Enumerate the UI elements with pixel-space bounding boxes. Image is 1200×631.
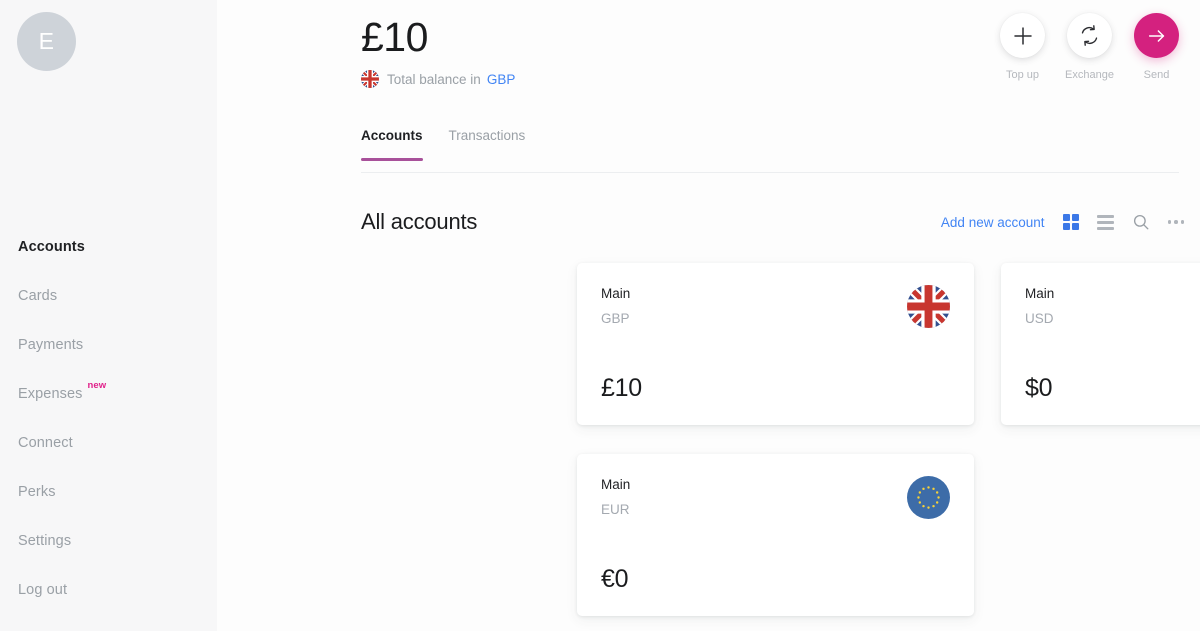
sidebar-item-label: Perks (18, 483, 56, 500)
accounts-section-header: All accounts Add new account (361, 204, 1184, 240)
sidebar-item-label: Payments (18, 336, 84, 353)
arrow-right-icon (1146, 25, 1168, 47)
sidebar: E Accounts Cards Payments Expenses new C… (0, 0, 217, 631)
list-view-button[interactable] (1096, 214, 1114, 230)
top-up-button-circle (1000, 13, 1045, 58)
account-card[interactable]: Main USD $0 (1001, 263, 1200, 425)
send-button[interactable]: Send (1134, 13, 1179, 81)
account-currency: EUR (601, 502, 630, 517)
grid-view-button[interactable] (1062, 214, 1079, 230)
sidebar-item-label: Settings (18, 532, 72, 549)
sidebar-item-label: Connect (18, 434, 73, 451)
new-badge: new (87, 380, 107, 391)
accounts-grid: Main GBP £10 Main USD $0 Main EUR €0 (577, 263, 1200, 616)
exchange-label: Exchange (1065, 69, 1114, 81)
account-balance: $0 (1025, 374, 1053, 402)
section-toolbar: Add new account (941, 213, 1184, 231)
send-button-circle (1134, 13, 1179, 58)
sidebar-item-label: Log out (18, 581, 68, 598)
tab-transactions[interactable]: Transactions (449, 128, 526, 160)
total-balance-amount: £10 (361, 14, 428, 60)
grid-view-icon (1062, 214, 1079, 230)
account-currency: GBP (601, 311, 630, 326)
app-root: E Accounts Cards Payments Expenses new C… (0, 0, 1200, 631)
main-content: £10 Total balance in GBP Top up Exchange… (217, 0, 1200, 631)
sidebar-item-perks[interactable]: Perks (0, 467, 217, 516)
more-options-icon (1167, 214, 1184, 230)
search-icon (1132, 213, 1150, 231)
sidebar-item-label: Accounts (18, 238, 85, 255)
sidebar-item-accounts[interactable]: Accounts (0, 222, 217, 271)
avatar[interactable]: E (17, 12, 76, 71)
plus-icon (1013, 26, 1033, 46)
tab-accounts[interactable]: Accounts (361, 128, 423, 161)
account-name: Main (601, 286, 631, 301)
add-new-account-link[interactable]: Add new account (941, 215, 1045, 230)
sidebar-item-log-out[interactable]: Log out (0, 565, 217, 614)
send-label: Send (1143, 69, 1170, 81)
tab-label: Accounts (361, 128, 423, 143)
balance-header: £10 Total balance in GBP Top up Exchange… (217, 0, 1200, 118)
page-title: All accounts (361, 209, 478, 234)
uk-flag-icon (907, 285, 950, 328)
total-balance-caption: Total balance in GBP (361, 70, 515, 88)
exchange-icon (1079, 25, 1100, 46)
search-button[interactable] (1132, 213, 1150, 231)
account-name: Main (601, 477, 631, 492)
account-card[interactable]: Main EUR €0 (577, 454, 974, 616)
sidebar-item-payments[interactable]: Payments (0, 320, 217, 369)
sidebar-nav: Accounts Cards Payments Expenses new Con… (0, 222, 217, 614)
balance-caption-text: Total balance in (387, 71, 481, 87)
exchange-button[interactable]: Exchange (1065, 13, 1114, 81)
more-options-button[interactable] (1167, 214, 1184, 230)
quick-actions: Top up Exchange Send (1000, 13, 1179, 81)
sidebar-item-label: Expenses (18, 385, 83, 402)
account-balance: €0 (601, 565, 629, 593)
sidebar-item-settings[interactable]: Settings (0, 516, 217, 565)
account-balance: £10 (601, 374, 642, 402)
account-currency: USD (1025, 311, 1054, 326)
tab-label: Transactions (448, 128, 526, 143)
uk-flag-icon (361, 70, 379, 88)
avatar-initial: E (38, 28, 55, 54)
content-tabs: Accounts Transactions (361, 128, 1179, 173)
balance-currency-link[interactable]: GBP (487, 72, 516, 87)
account-card[interactable]: Main GBP £10 (577, 263, 974, 425)
eu-flag-icon (907, 476, 950, 519)
exchange-button-circle (1067, 13, 1112, 58)
account-name: Main (1025, 286, 1055, 301)
list-view-icon (1096, 214, 1114, 230)
top-up-label: Top up (1005, 69, 1040, 81)
sidebar-item-cards[interactable]: Cards (0, 271, 217, 320)
sidebar-item-expenses[interactable]: Expenses new (0, 369, 217, 418)
sidebar-item-connect[interactable]: Connect (0, 418, 217, 467)
sidebar-item-label: Cards (18, 287, 58, 304)
top-up-button[interactable]: Top up (1000, 13, 1045, 81)
